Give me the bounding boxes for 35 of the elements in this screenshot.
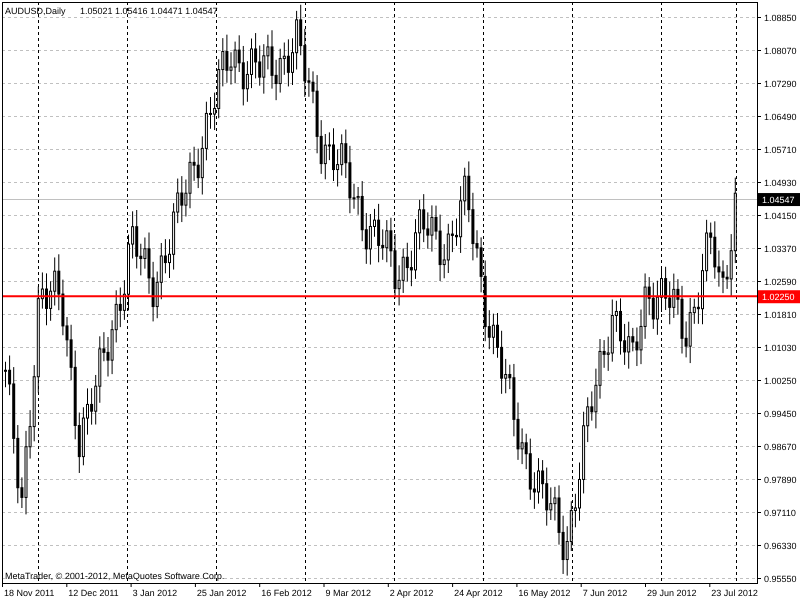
price-label: 0.97110	[764, 508, 796, 518]
price-label: 1.08850	[764, 13, 797, 23]
price-label: 1.04150	[764, 211, 797, 221]
date-label: 7 Jun 2012	[582, 588, 628, 598]
price-label: 1.01030	[764, 343, 797, 353]
date-label: 25 Jan 2012	[196, 588, 246, 598]
price-label: 1.07290	[764, 79, 797, 89]
symbol-title: AUDUSD,Daily	[5, 6, 66, 16]
price-label: 0.97890	[764, 475, 797, 485]
date-label: 16 Feb 2012	[261, 588, 312, 598]
price-label: 1.06490	[764, 112, 797, 122]
current-price-tag: 1.04547	[758, 193, 800, 206]
date-label: 18 Nov 2011	[4, 588, 54, 598]
date-label: 23 Jul 2012	[711, 588, 758, 598]
price-label: 1.04930	[764, 178, 797, 188]
date-label: 29 Jun 2012	[647, 588, 697, 598]
price-label: 1.08070	[764, 46, 797, 56]
copyright-text: MetaTrader, © 2001-2012, MetaQuotes Software Corp.	[5, 571, 224, 581]
price-label: 1.01810	[764, 310, 797, 320]
date-label: 3 Jan 2012	[132, 588, 178, 598]
date-label: 2 Apr 2012	[390, 588, 434, 598]
date-label: 12 Dec 2011	[68, 588, 119, 598]
price-label: 1.05710	[764, 145, 797, 155]
price-label: 0.95550	[764, 574, 797, 584]
date-label: 24 Apr 2012	[454, 588, 503, 598]
price-label: 1.02590	[764, 277, 797, 287]
date-label: 16 May 2012	[518, 588, 570, 598]
price-label: 1.03370	[764, 244, 797, 254]
date-label: 9 Mar 2012	[326, 588, 372, 598]
price-label: 0.98670	[764, 442, 797, 452]
level-price-tag: 1.02250	[758, 290, 800, 304]
ohlc-quote: 1.05021 1.05416 1.04471 1.04547	[80, 6, 218, 16]
price-label: 0.99450	[764, 409, 797, 419]
price-label: 1.00250	[764, 376, 797, 386]
price-label: 0.96330	[764, 541, 797, 551]
